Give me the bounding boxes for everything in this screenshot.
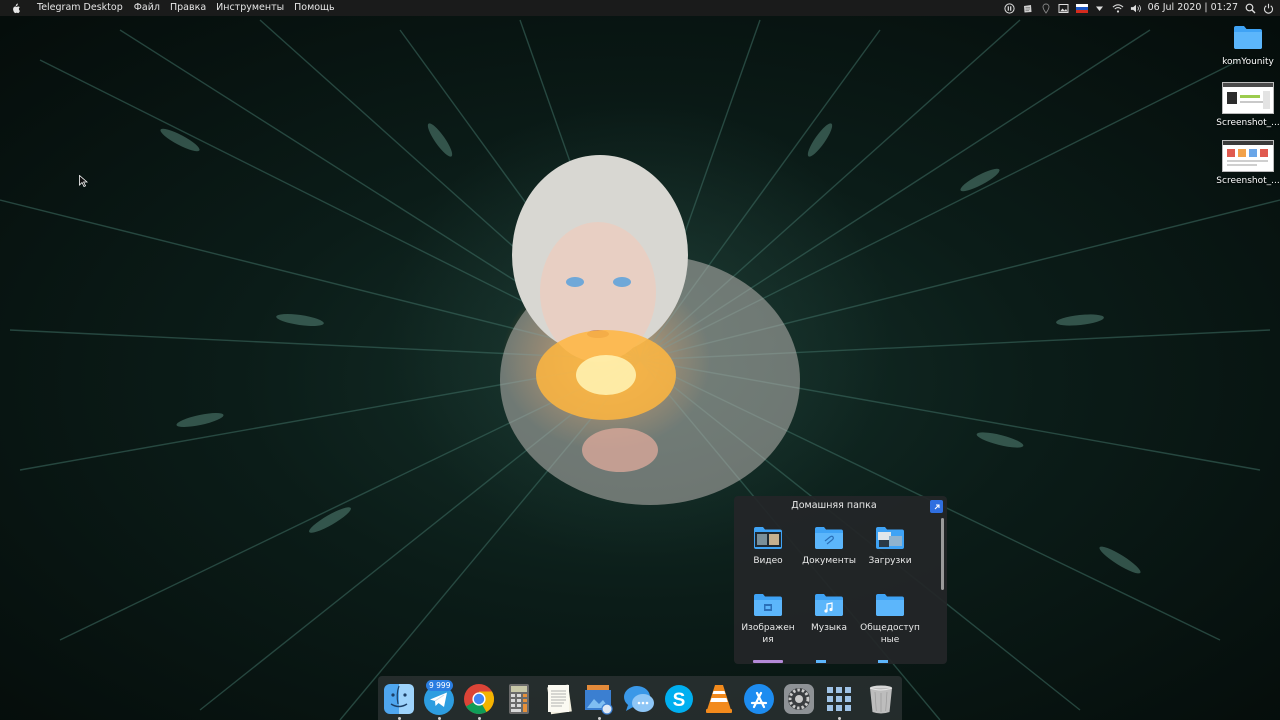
app-store-icon — [744, 684, 774, 714]
vlc-icon — [706, 685, 732, 713]
text-editor-icon — [547, 684, 572, 715]
dock-app-calculator[interactable] — [502, 682, 536, 716]
stack-item-label: Загрузки — [868, 556, 912, 566]
search-icon[interactable] — [1244, 2, 1256, 14]
dropdown-arrow-icon[interactable] — [1094, 2, 1106, 14]
dock-app-image-viewer[interactable] — [582, 682, 616, 720]
dock-app-app-store[interactable] — [742, 682, 776, 716]
volume-icon[interactable] — [1130, 2, 1142, 14]
messages-icon — [624, 686, 654, 712]
launchpad-icon — [827, 687, 851, 711]
desktop-icon-label: Screenshot_... — [1216, 176, 1280, 186]
stack-item-downloads[interactable]: Загрузки — [859, 526, 921, 567]
desktop-icon-screenshot-1[interactable]: Screenshot_... — [1216, 82, 1280, 128]
apple-menu-icon[interactable] — [0, 0, 32, 16]
system-tray: 06 Jul 2020 | 01:27 — [1004, 0, 1274, 16]
stack-item-partial — [753, 660, 783, 663]
stack-item-label: Музыка — [811, 623, 847, 633]
dock-app-text-editor[interactable] — [542, 682, 576, 716]
menu-help[interactable]: Помощь — [289, 0, 339, 16]
dock-app-launchpad[interactable] — [822, 682, 856, 720]
stack-item-label: Изображен ия — [741, 623, 795, 645]
chrome-icon — [464, 684, 495, 715]
dock: 9 999 S — [378, 676, 902, 720]
dock-app-messages[interactable] — [622, 682, 656, 716]
pictures-folder-icon — [754, 594, 782, 616]
app-name-menu[interactable]: Telegram Desktop — [32, 0, 129, 16]
dock-app-trash[interactable] — [864, 682, 898, 716]
unread-badge: 9 999 — [426, 680, 454, 691]
dock-app-vlc[interactable] — [702, 682, 736, 716]
screenshot-thumbnail — [1222, 82, 1274, 114]
stack-item-label: Документы — [802, 556, 856, 566]
dock-app-telegram[interactable]: 9 999 — [422, 680, 456, 720]
stack-item-partial — [816, 660, 826, 663]
wallpaper-grass — [0, 19, 1280, 720]
desktop-icon-folder[interactable]: komYounity — [1218, 24, 1278, 67]
stack-title: Домашняя папка — [791, 500, 877, 511]
stack-item-label: Общедоступ ные — [860, 623, 920, 645]
documents-folder-icon — [815, 527, 843, 549]
home-folder-stack: Домашняя папка Видео Документы Загрузки … — [734, 496, 947, 664]
stack-item-video[interactable]: Видео — [737, 526, 799, 567]
menu-tools[interactable]: Инструменты — [211, 0, 289, 16]
dock-app-chrome[interactable] — [462, 682, 496, 720]
stack-item-music[interactable]: Музыка — [798, 593, 860, 634]
stack-item-documents[interactable]: Документы — [798, 526, 860, 567]
settings-icon — [784, 684, 814, 714]
skype-icon: S — [665, 685, 693, 713]
dock-app-system-settings[interactable] — [782, 682, 816, 716]
dock-app-finder[interactable] — [382, 682, 416, 720]
mouse-cursor-icon — [79, 172, 89, 191]
downloads-folder-icon — [876, 527, 904, 549]
finder-icon — [384, 684, 414, 714]
clock[interactable]: 06 Jul 2020 | 01:27 — [1148, 0, 1238, 16]
notes-icon[interactable] — [1022, 2, 1034, 14]
location-icon[interactable] — [1040, 2, 1052, 14]
svg-text:S: S — [673, 690, 686, 711]
power-icon[interactable] — [1262, 2, 1274, 14]
stack-item-public[interactable]: Общедоступ ные — [859, 593, 921, 646]
image-viewer-icon — [585, 685, 613, 715]
stack-item-partial — [878, 660, 888, 663]
music-folder-icon — [815, 594, 843, 616]
desktop-wallpaper — [0, 0, 1280, 720]
video-folder-icon — [754, 527, 782, 549]
language-flag-icon[interactable] — [1075, 2, 1088, 14]
folder-icon — [1233, 24, 1263, 53]
trash-icon — [869, 685, 893, 714]
arrow-up-right-icon — [934, 503, 940, 509]
pause-icon[interactable] — [1004, 2, 1016, 14]
open-in-finder-button[interactable] — [930, 500, 943, 513]
top-menu-bar: Telegram Desktop Файл Правка Инструменты… — [0, 0, 1280, 16]
wifi-icon[interactable] — [1112, 2, 1124, 14]
desktop-icon-label: Screenshot_... — [1216, 118, 1280, 128]
public-folder-icon — [876, 594, 904, 616]
stack-scrollbar[interactable] — [941, 518, 944, 590]
menu-edit[interactable]: Правка — [165, 0, 211, 16]
stack-item-pictures[interactable]: Изображен ия — [737, 593, 799, 646]
stack-item-label: Видео — [753, 556, 783, 566]
menu-file[interactable]: Файл — [129, 0, 165, 16]
screenshot-thumbnail — [1222, 140, 1274, 172]
wallpaper-figure — [500, 155, 800, 505]
desktop-icon-screenshot-2[interactable]: Screenshot_... — [1216, 140, 1280, 186]
calculator-icon — [509, 684, 529, 714]
desktop-icon-label: komYounity — [1222, 57, 1274, 67]
image-icon[interactable] — [1058, 2, 1070, 14]
dock-app-skype[interactable]: S — [662, 682, 696, 716]
